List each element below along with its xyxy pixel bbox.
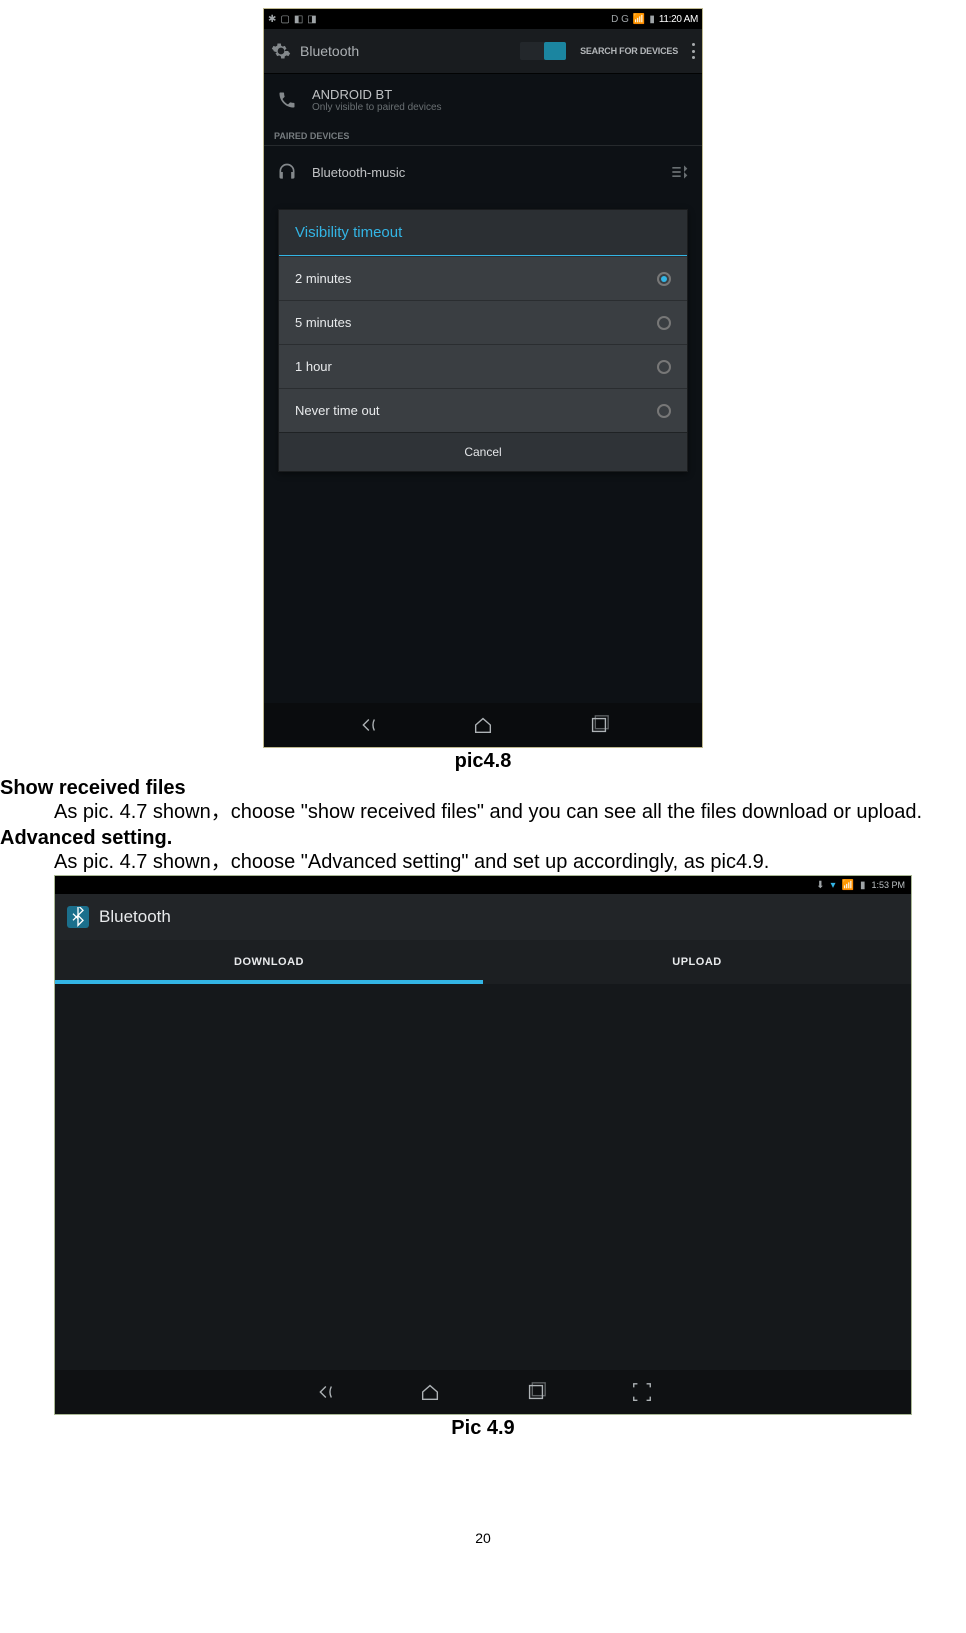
radio-icon: [657, 360, 671, 374]
tab-label: UPLOAD: [672, 956, 721, 968]
tab-label: DOWNLOAD: [234, 956, 304, 968]
status-indicator-generic3: ◨: [307, 14, 316, 25]
screenshot-pic4.8: ✱ ▢ ◧ ◨ D G 📶 ▮ 11:20 AM Bluetooth SEARC…: [263, 8, 703, 748]
bluetooth-header: Bluetooth: [55, 894, 911, 940]
search-for-devices[interactable]: SEARCH FOR DEVICES: [580, 46, 678, 56]
download-icon: ⬇: [816, 880, 824, 891]
bluetooth-header: Bluetooth SEARCH FOR DEVICES: [264, 29, 702, 73]
paired-device-row[interactable]: Bluetooth-music: [264, 146, 702, 198]
dialog-title: Visibility timeout: [279, 210, 687, 256]
page-number: 20: [0, 1530, 966, 1546]
device-settings-icon[interactable]: [668, 161, 690, 183]
headphones-icon: [276, 161, 298, 183]
radio-icon: [657, 316, 671, 330]
nav-bar: [55, 1370, 911, 1414]
radio-icon: [657, 404, 671, 418]
my-device-subtitle: Only visible to paired devices: [312, 102, 442, 113]
back-icon[interactable]: [354, 712, 380, 738]
dialog-option-5-minutes[interactable]: 5 minutes: [279, 300, 687, 344]
figure-caption: pic4.8: [0, 750, 966, 773]
paired-device-name: Bluetooth-music: [312, 165, 654, 180]
status-bar: ⬇ ▾ 📶 ▮ 1:53 PM: [55, 876, 911, 894]
status-clock: 11:20 AM: [659, 14, 698, 25]
home-icon[interactable]: [417, 1379, 443, 1405]
visibility-timeout-dialog: Visibility timeout 2 minutes 5 minutes 1…: [278, 209, 688, 472]
dialog-cancel-button[interactable]: Cancel: [279, 432, 687, 471]
signal-icon: 📶: [633, 14, 645, 25]
screenshot-pic4.9: ⬇ ▾ 📶 ▮ 1:53 PM Bluetooth DOWNLOAD UPLOA…: [54, 875, 912, 1415]
nav-bar: [264, 703, 702, 747]
bluetooth-title: Bluetooth: [300, 43, 512, 59]
status-network-label: D G: [611, 14, 629, 25]
my-device-name: ANDROID BT: [312, 87, 442, 102]
status-indicator-generic: ▢: [280, 14, 289, 25]
dialog-option-never[interactable]: Never time out: [279, 388, 687, 432]
dialog-option-1-hour[interactable]: 1 hour: [279, 344, 687, 388]
dialog-option-label: 1 hour: [295, 359, 332, 374]
screenshot-icon[interactable]: [629, 1379, 655, 1405]
paragraph-1: As pic. 4.7 shown，choose "show received …: [54, 800, 966, 825]
bluetooth-toggle[interactable]: [520, 42, 566, 60]
phone-icon: [276, 89, 298, 111]
status-indicator-bluetooth: ✱: [268, 14, 276, 25]
signal-icon: 📶: [842, 880, 854, 891]
tab-download[interactable]: DOWNLOAD: [55, 940, 483, 984]
heading-show-received-files: Show received files: [0, 777, 966, 800]
recent-apps-icon[interactable]: [586, 712, 612, 738]
wifi-icon: ▾: [830, 880, 835, 891]
overflow-menu-icon[interactable]: [692, 43, 696, 59]
status-bar: ✱ ▢ ◧ ◨ D G 📶 ▮ 11:20 AM: [264, 9, 702, 29]
paragraph-2: As pic. 4.7 shown，choose "Advanced setti…: [54, 850, 966, 875]
tabs: DOWNLOAD UPLOAD: [55, 940, 911, 984]
back-icon[interactable]: [311, 1379, 337, 1405]
home-icon[interactable]: [470, 712, 496, 738]
status-indicator-generic2: ◧: [294, 14, 303, 25]
dialog-option-label: 5 minutes: [295, 315, 351, 330]
dialog-option-2-minutes[interactable]: 2 minutes: [279, 256, 687, 300]
bluetooth-icon: [67, 906, 89, 928]
bluetooth-title: Bluetooth: [99, 907, 171, 927]
tab-upload[interactable]: UPLOAD: [483, 940, 911, 984]
heading-advanced-setting: Advanced setting.: [0, 827, 966, 850]
my-device-row[interactable]: ANDROID BT Only visible to paired device…: [264, 73, 702, 125]
dialog-option-label: Never time out: [295, 403, 380, 418]
battery-icon: ▮: [860, 880, 866, 891]
dialog-option-label: 2 minutes: [295, 271, 351, 286]
radio-icon: [657, 272, 671, 286]
status-clock: 1:53 PM: [871, 880, 905, 890]
paired-devices-label: PAIRED DEVICES: [264, 125, 702, 146]
figure-caption: Pic 4.9: [0, 1417, 966, 1440]
battery-icon: ▮: [649, 14, 655, 25]
recent-apps-icon[interactable]: [523, 1379, 549, 1405]
settings-icon: [270, 40, 292, 62]
